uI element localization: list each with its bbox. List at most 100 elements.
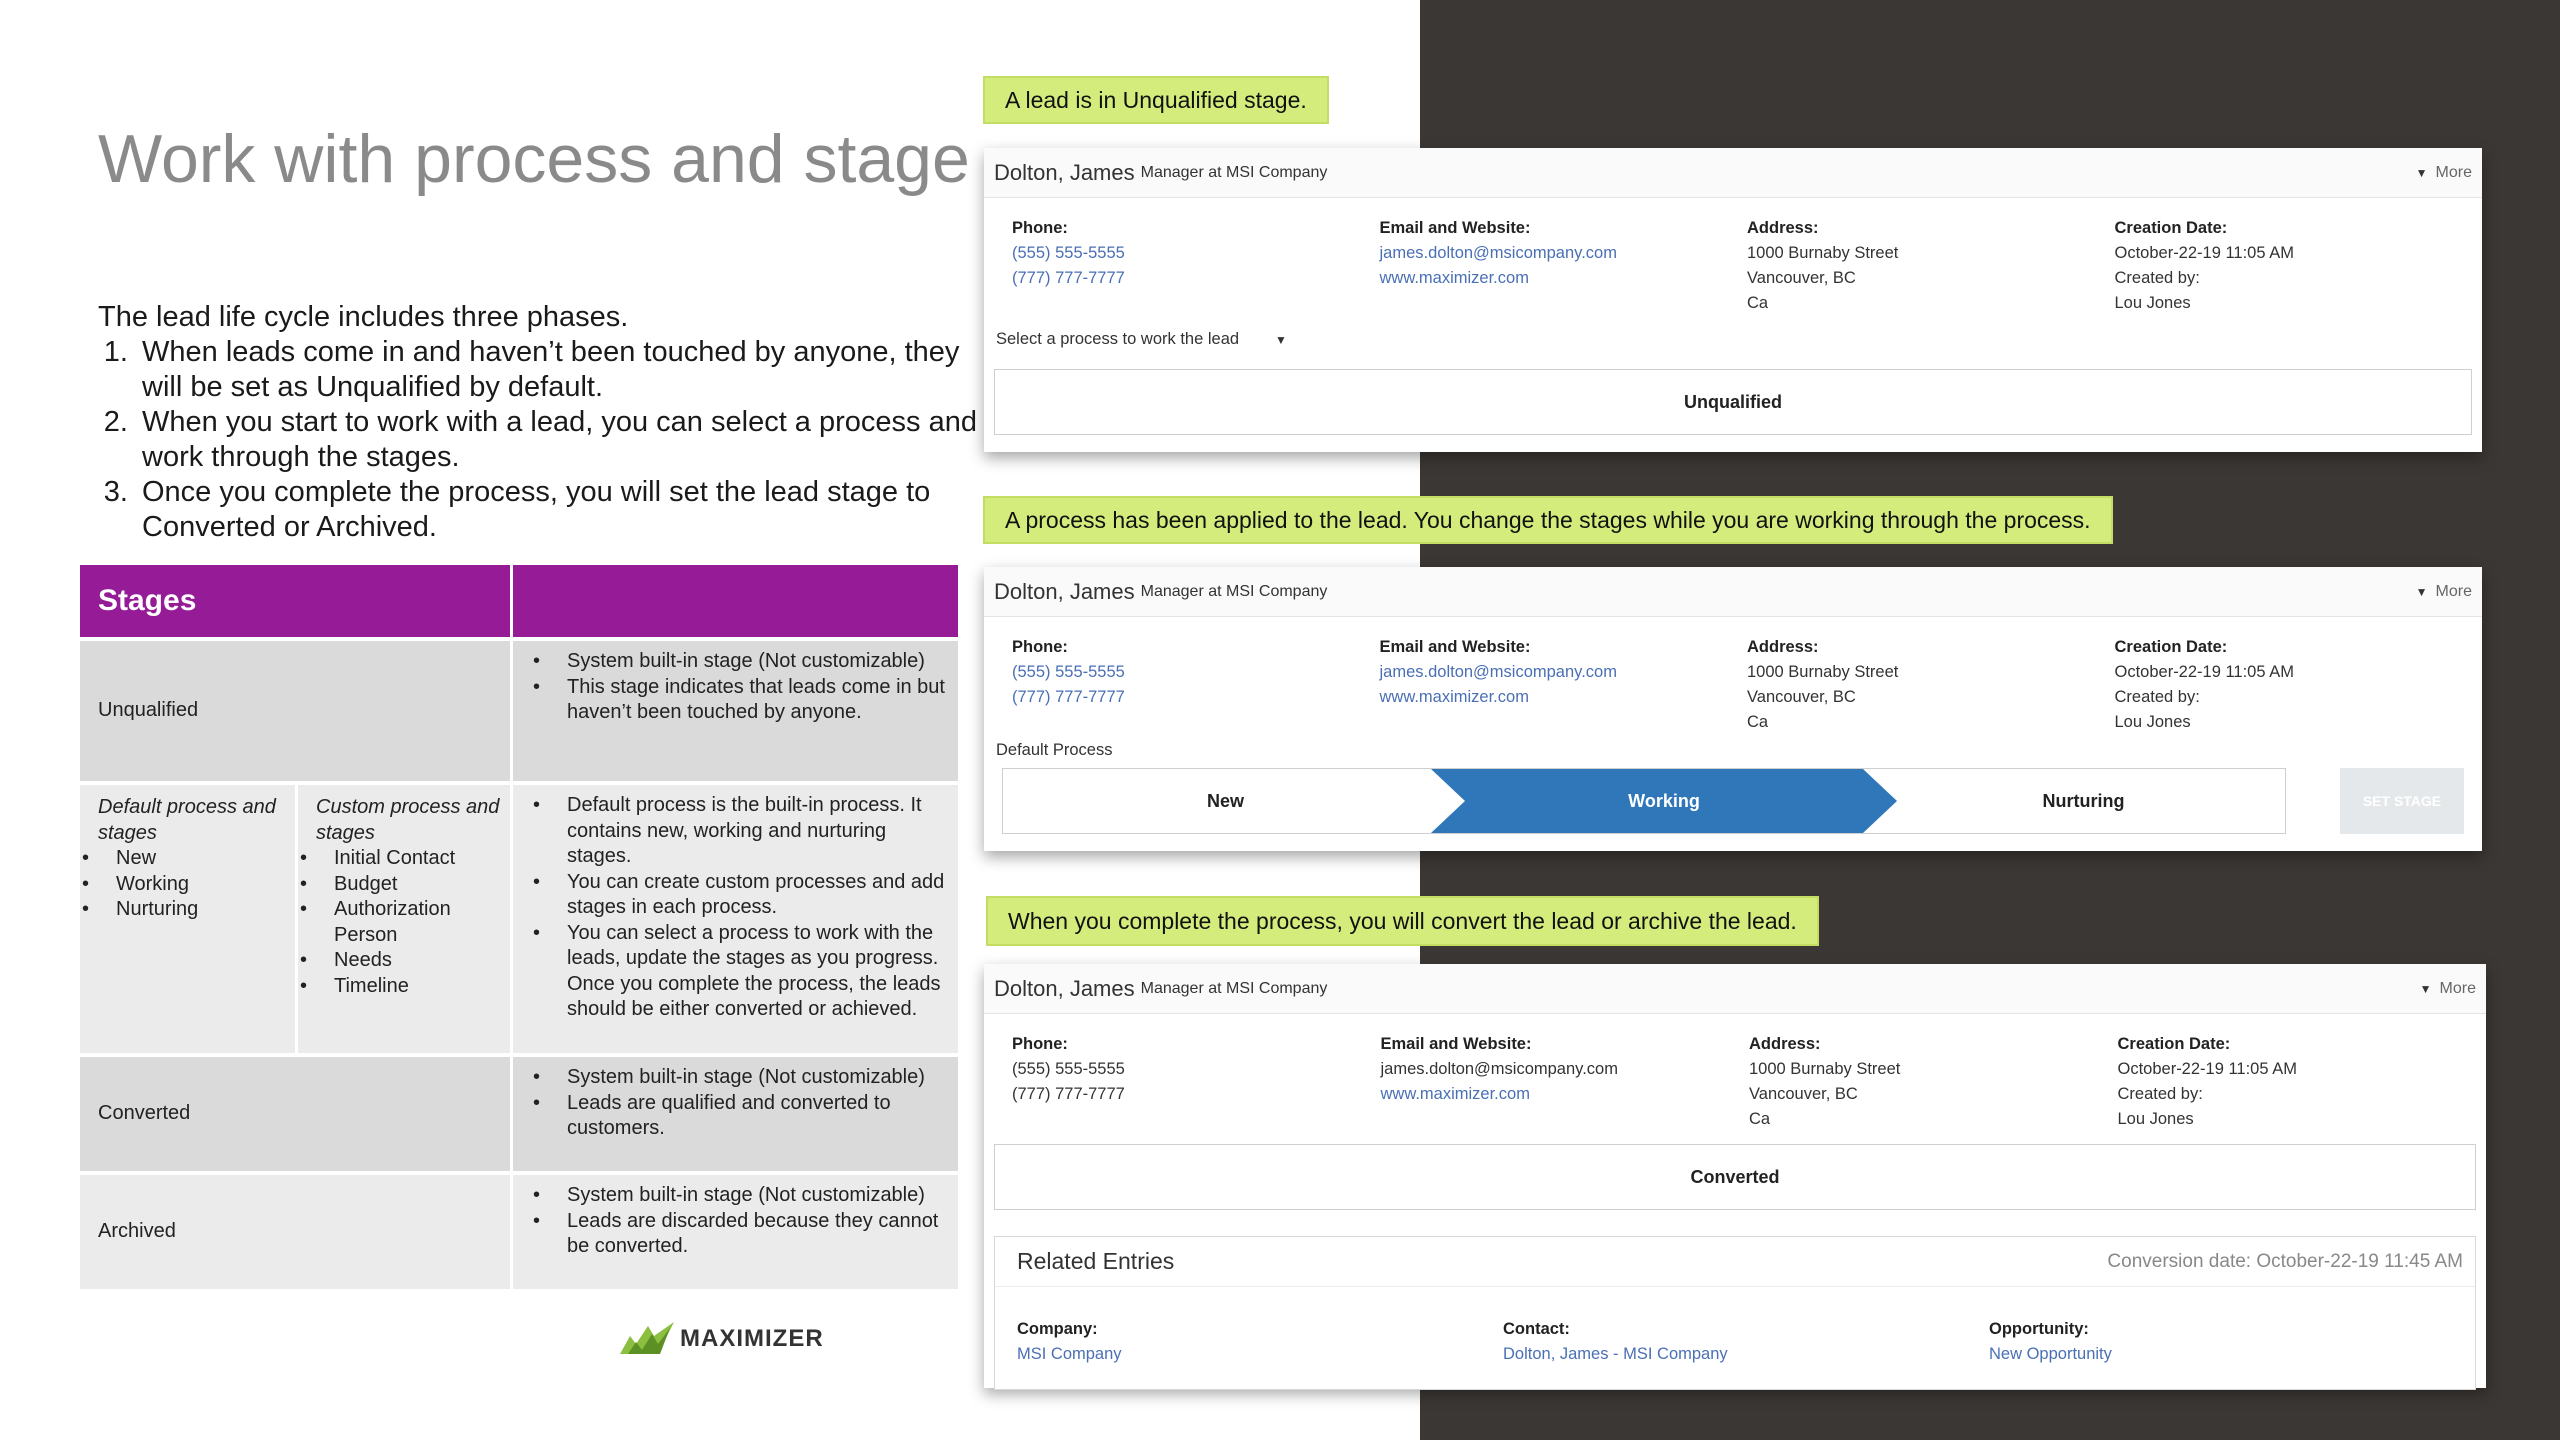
- stages-table-header: Stages: [80, 565, 958, 637]
- process-select[interactable]: Select a process to work the lead ▼: [984, 330, 2482, 349]
- caret-down-icon: ▼: [2419, 981, 2432, 996]
- created-by-label: Created by:: [2114, 269, 2200, 287]
- table-row-converted: Converted System built-in stage (Not cus…: [80, 1053, 958, 1171]
- description-header: [513, 565, 958, 637]
- email-label: Email and Website:: [1379, 638, 1531, 656]
- phone-link[interactable]: (555) 555-5555: [1012, 660, 1380, 685]
- list-item: You can create custom processes and add …: [531, 870, 948, 921]
- stage-working[interactable]: Working: [1448, 769, 1880, 833]
- list-item: System built-in stage (Not customizable): [531, 1183, 948, 1209]
- phone-link[interactable]: (777) 777-7777: [1012, 685, 1380, 710]
- list-item: Needs: [298, 948, 510, 974]
- phone-column: Phone: (555) 555-5555 (777) 777-7777: [1012, 216, 1380, 316]
- stage-name: Unqualified: [80, 641, 513, 781]
- created-by-label: Created by:: [2114, 688, 2200, 706]
- list-item: Budget: [298, 872, 510, 898]
- creation-date: October-22-19 11:05 AM: [2114, 663, 2294, 681]
- table-row-process: Default process and stages New Working N…: [80, 781, 958, 1053]
- stage-chevrons: New Working Nurturing: [1002, 768, 2286, 834]
- lead-subtitle: Manager at MSI Company: [1140, 163, 1328, 181]
- stage-nurturing[interactable]: Nurturing: [1880, 769, 2287, 833]
- email-column: Email and Website: james.dolton@msicompa…: [1380, 216, 1748, 316]
- email-link[interactable]: james.dolton@msicompany.com: [1380, 660, 1748, 685]
- website-link[interactable]: www.maximizer.com: [1380, 685, 1748, 710]
- lead-name[interactable]: Dolton, James: [994, 976, 1135, 1002]
- created-by-label: Created by:: [2117, 1085, 2203, 1103]
- opportunity-label: Opportunity:: [1989, 1320, 2089, 1338]
- address-line: Ca: [1749, 1110, 1771, 1128]
- stage-description: System built-in stage (Not customizable)…: [513, 1057, 958, 1171]
- list-item: Working: [80, 872, 295, 898]
- phone-link[interactable]: (777) 777-7777: [1012, 266, 1380, 291]
- process-name: Default Process: [996, 741, 1113, 759]
- lead-info: Phone: (555) 555-5555 (777) 777-7777 Ema…: [984, 1014, 2486, 1132]
- more-button[interactable]: ▼ More: [2420, 980, 2476, 998]
- lead-info: Phone: (555) 555-5555 (777) 777-7777 Ema…: [984, 617, 2482, 735]
- more-button[interactable]: ▼ More: [2416, 164, 2472, 182]
- creation-date-label: Creation Date:: [2114, 219, 2228, 237]
- contact-link[interactable]: Dolton, James - MSI Company: [1503, 1342, 1989, 1367]
- callout-unqualified: A lead is in Unqualified stage.: [983, 76, 1329, 124]
- related-entries-title: Related Entries: [1017, 1248, 1175, 1274]
- address-line: 1000 Burnaby Street: [1747, 663, 1899, 681]
- website-link[interactable]: www.maximizer.com: [1381, 1082, 1750, 1107]
- list-item: Default process is the built-in process.…: [531, 793, 948, 870]
- email-label: Email and Website:: [1379, 219, 1531, 237]
- lead-card-header: Dolton, James Manager at MSI Company ▼ M…: [984, 148, 2482, 198]
- address-column: Address: 1000 Burnaby Street Vancouver, …: [1747, 635, 2115, 735]
- website-link[interactable]: www.maximizer.com: [1380, 266, 1748, 291]
- address-line: Ca: [1747, 713, 1769, 731]
- lead-card-unqualified: Dolton, James Manager at MSI Company ▼ M…: [984, 148, 2482, 452]
- phase-list: When leads come in and haven’t been touc…: [136, 335, 978, 545]
- set-stage-button[interactable]: SET STAGE: [2340, 768, 2464, 834]
- phone-number: (555) 555-5555: [1012, 1060, 1125, 1078]
- created-by: Lou Jones: [2117, 1110, 2194, 1128]
- more-label: More: [2439, 979, 2476, 997]
- phone-link[interactable]: (555) 555-5555: [1012, 241, 1380, 266]
- default-process-column: Default process and stages New Working N…: [80, 785, 295, 1053]
- phone-column: Phone: (555) 555-5555 (777) 777-7777: [1012, 1032, 1381, 1132]
- custom-process-column: Custom process and stages Initial Contac…: [295, 785, 510, 1053]
- creation-date: October-22-19 11:05 AM: [2114, 244, 2294, 262]
- list-item: Leads are discarded because they cannot …: [531, 1209, 948, 1260]
- creation-date: October-22-19 11:05 AM: [2117, 1060, 2297, 1078]
- company-label: Company:: [1017, 1320, 1098, 1338]
- stage-bar: New Working Nurturing SET STAGE: [984, 768, 2482, 834]
- list-item: Initial Contact: [298, 846, 510, 872]
- lead-card-converted: Dolton, James Manager at MSI Company ▼ M…: [984, 964, 2486, 1390]
- email-text: james.dolton@msicompany.com: [1380, 1060, 1618, 1078]
- phase-item: When leads come in and haven’t been touc…: [136, 335, 978, 405]
- stage-indicator: Converted: [994, 1144, 2476, 1210]
- process-select-prompt: Select a process to work the lead: [996, 330, 1240, 348]
- phone-label: Phone:: [1012, 638, 1068, 656]
- address-line: Vancouver, BC: [1747, 688, 1856, 706]
- lead-card-header: Dolton, James Manager at MSI Company ▼ M…: [984, 567, 2482, 617]
- more-label: More: [2435, 582, 2472, 600]
- created-by: Lou Jones: [2114, 713, 2191, 731]
- opportunity-link[interactable]: New Opportunity: [1989, 1342, 2475, 1367]
- creation-column: Creation Date: October-22-19 11:05 AM Cr…: [2115, 635, 2483, 735]
- list-item: Leads are qualified and converted to cus…: [531, 1091, 948, 1142]
- phone-number: (777) 777-7777: [1012, 1085, 1125, 1103]
- lead-name[interactable]: Dolton, James: [994, 579, 1135, 605]
- lead-name[interactable]: Dolton, James: [994, 160, 1135, 186]
- caret-down-icon: ▼: [2415, 165, 2428, 180]
- stages-table: Stages Unqualified System built-in stage…: [80, 565, 958, 1289]
- opportunity-column: Opportunity: New Opportunity: [1989, 1317, 2475, 1367]
- stage-description: System built-in stage (Not customizable)…: [513, 1175, 958, 1289]
- lead-info: Phone: (555) 555-5555 (777) 777-7777 Ema…: [984, 198, 2482, 316]
- slide-title: Work with process and stage: [98, 121, 970, 197]
- contact-label: Contact:: [1503, 1320, 1570, 1338]
- phone-label: Phone:: [1012, 219, 1068, 237]
- more-button[interactable]: ▼ More: [2416, 583, 2472, 601]
- related-entries-panel: Related Entries Conversion date: October…: [994, 1236, 2476, 1390]
- address-line: 1000 Burnaby Street: [1747, 244, 1899, 262]
- email-link[interactable]: james.dolton@msicompany.com: [1380, 241, 1748, 266]
- list-item: Authorization Person: [298, 897, 510, 948]
- company-link[interactable]: MSI Company: [1017, 1342, 1503, 1367]
- list-item: System built-in stage (Not customizable): [531, 1065, 948, 1091]
- stage-new[interactable]: New: [1003, 769, 1448, 833]
- table-row-unqualified: Unqualified System built-in stage (Not c…: [80, 637, 958, 781]
- address-line: Vancouver, BC: [1749, 1085, 1858, 1103]
- email-label: Email and Website:: [1380, 1035, 1532, 1053]
